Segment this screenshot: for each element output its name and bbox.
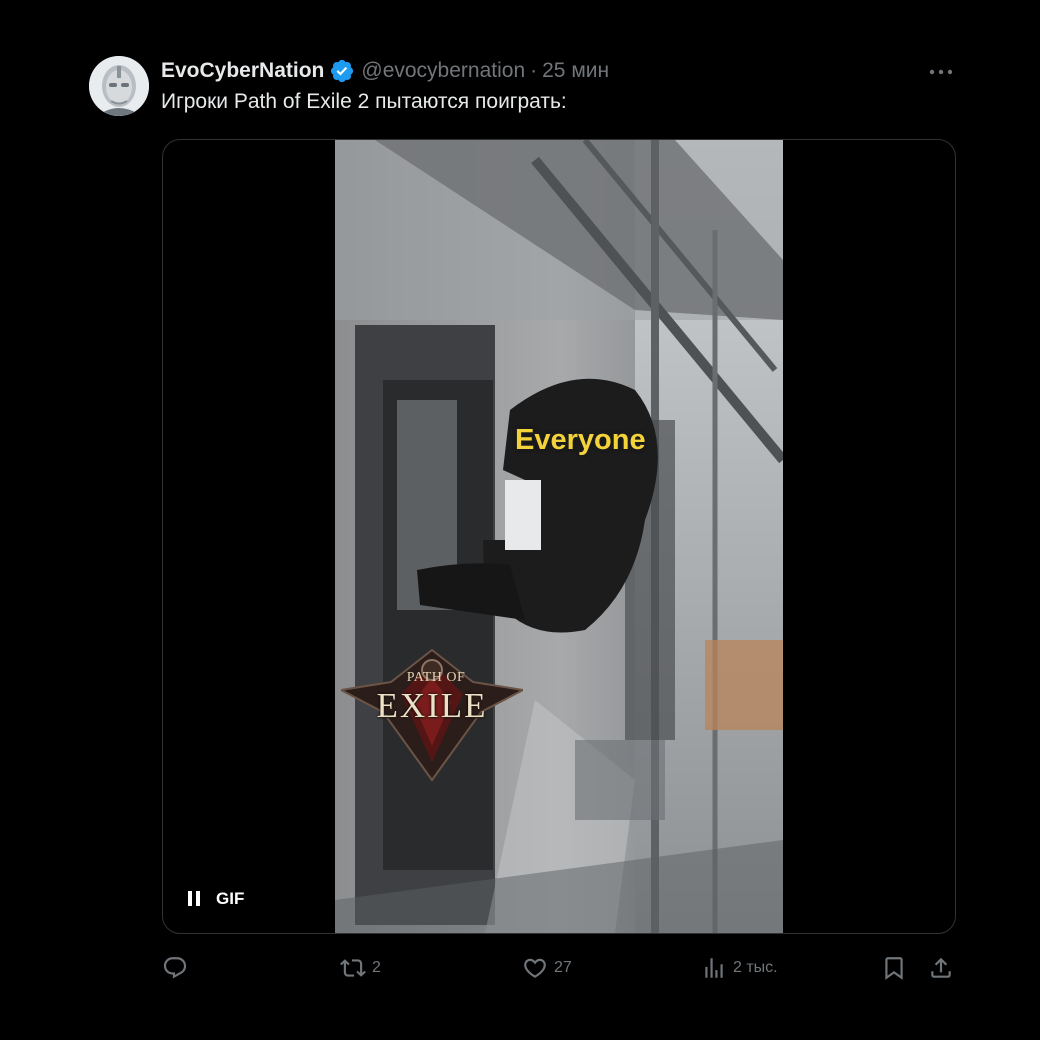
tweet-header: EvoCyberNation @evocybernation · 25 мин (161, 56, 609, 86)
tweet-text: Игроки Path of Exile 2 пытаются поиграть… (161, 90, 567, 113)
logo-text-top: PATH OF (406, 670, 466, 685)
bookmark-icon (881, 955, 907, 981)
display-name[interactable]: EvoCyberNation (161, 59, 324, 83)
timestamp[interactable]: 25 мин (542, 59, 609, 83)
gif-caption: Everyone (515, 424, 646, 456)
game-logo: PATH OF EXILE (341, 642, 523, 782)
views-count: 2 тыс. (733, 959, 778, 976)
gif-frame[interactable]: Everyone PATH OF EXILE (335, 140, 783, 933)
views-icon (701, 955, 727, 981)
avatar[interactable] (89, 56, 149, 116)
like-icon (522, 955, 548, 981)
media-gif[interactable]: Everyone PATH OF EXILE GIF (162, 139, 956, 934)
action-bar: 2 27 2 тыс. (0, 950, 1040, 986)
retweet-count: 2 (372, 959, 381, 976)
gif-badge: GIF (216, 889, 245, 908)
like-button[interactable]: 27 (522, 950, 572, 986)
share-icon (928, 955, 954, 981)
more-button[interactable] (922, 58, 960, 84)
reply-button[interactable] (162, 950, 194, 986)
gif-controls: GIF (188, 888, 244, 910)
views-button[interactable]: 2 тыс. (701, 950, 778, 986)
bookmark-button[interactable] (881, 950, 907, 986)
logo-text-main: EXILE (376, 686, 488, 725)
handle[interactable]: @evocybernation (361, 59, 525, 83)
verified-badge-icon[interactable] (329, 58, 355, 84)
like-count: 27 (554, 959, 572, 976)
more-icon (929, 62, 953, 80)
pause-icon[interactable] (188, 891, 202, 907)
tweet[interactable]: EvoCyberNation @evocybernation · 25 мин … (0, 0, 1040, 1040)
share-button[interactable] (928, 950, 954, 986)
retweet-icon (340, 955, 366, 981)
retweet-button[interactable]: 2 (340, 950, 381, 986)
separator-dot: · (530, 59, 538, 82)
reply-icon (162, 955, 188, 981)
